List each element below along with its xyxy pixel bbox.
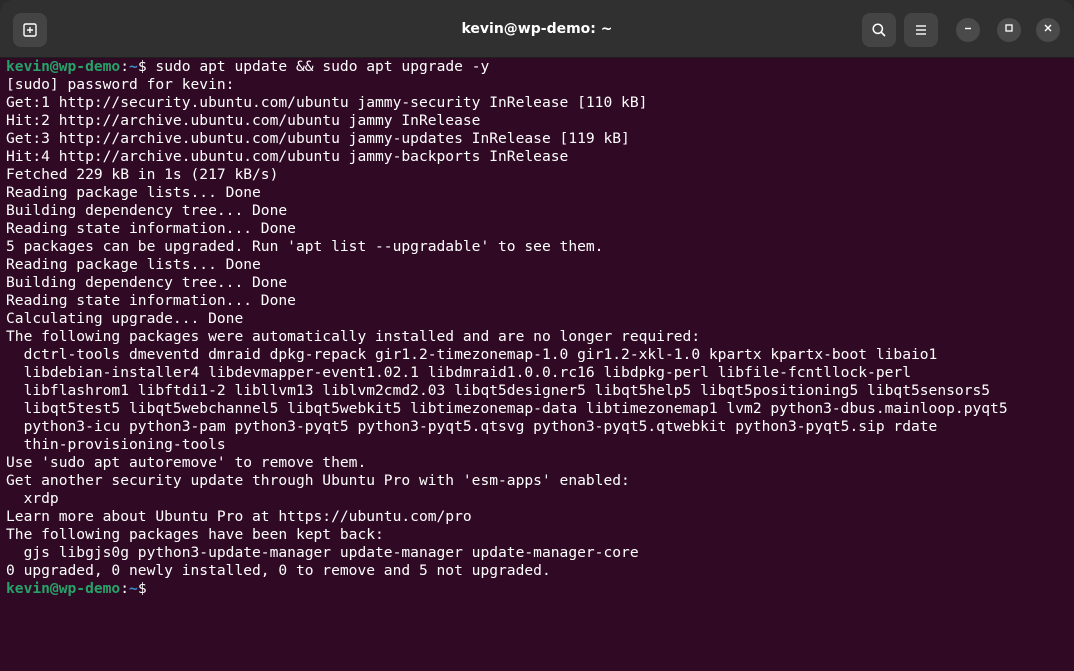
output-line: Get:3 http://archive.ubuntu.com/ubuntu j… bbox=[6, 130, 630, 147]
maximize-icon bbox=[1003, 21, 1015, 39]
output-line: 5 packages can be upgraded. Run 'apt lis… bbox=[6, 238, 604, 255]
prompt-symbol: $ bbox=[137, 58, 156, 75]
close-button[interactable] bbox=[1036, 18, 1060, 42]
prompt-line: kevin@wp-demo:~$ sudo apt update && sudo… bbox=[6, 58, 1074, 76]
output-line: Reading state information... Done bbox=[6, 292, 296, 309]
output-line: dctrl-tools dmeventd dmraid dpkg-repack … bbox=[6, 346, 938, 363]
new-tab-button[interactable] bbox=[13, 13, 47, 47]
output-line: Building dependency tree... Done bbox=[6, 274, 288, 291]
output-line: The following packages have been kept ba… bbox=[6, 526, 384, 543]
search-button[interactable] bbox=[862, 13, 896, 47]
search-icon bbox=[871, 22, 887, 38]
output-line: Hit:2 http://archive.ubuntu.com/ubuntu j… bbox=[6, 112, 481, 129]
output-line: xrdp bbox=[6, 490, 59, 507]
prompt-line[interactable]: kevin@wp-demo:~$ bbox=[6, 580, 1074, 598]
hamburger-menu-icon bbox=[914, 23, 928, 37]
output-line: [sudo] password for kevin: bbox=[6, 76, 235, 93]
output-line: Fetched 229 kB in 1s (217 kB/s) bbox=[6, 166, 279, 183]
terminal-window: kevin@wp-demo: ~ kevin@wp-demo:~$ sudo a… bbox=[0, 0, 1074, 671]
output-line: Learn more about Ubuntu Pro at https://u… bbox=[6, 508, 472, 525]
output-line: Get another security update through Ubun… bbox=[6, 472, 630, 489]
prompt-user-host: kevin@wp-demo bbox=[6, 58, 121, 75]
title-bar[interactable]: kevin@wp-demo: ~ bbox=[0, 0, 1074, 58]
terminal-output[interactable]: kevin@wp-demo:~$ sudo apt update && sudo… bbox=[0, 58, 1074, 671]
output-line: Reading package lists... Done bbox=[6, 184, 261, 201]
prompt-separator: : bbox=[120, 580, 130, 597]
output-line: gjs libgjs0g python3-update-manager upda… bbox=[6, 544, 639, 561]
prompt-symbol: $ bbox=[137, 580, 147, 597]
minimize-icon bbox=[962, 21, 974, 39]
new-tab-icon bbox=[22, 22, 38, 38]
output-line: Reading state information... Done bbox=[6, 220, 296, 237]
prompt-path: ~ bbox=[129, 580, 138, 597]
menu-button[interactable] bbox=[904, 13, 938, 47]
output-line: Get:1 http://security.ubuntu.com/ubuntu … bbox=[6, 94, 648, 111]
output-line: Hit:4 http://archive.ubuntu.com/ubuntu j… bbox=[6, 148, 569, 165]
prompt-separator: : bbox=[120, 58, 130, 75]
prompt-user-host: kevin@wp-demo bbox=[6, 580, 121, 597]
output-line: Building dependency tree... Done bbox=[6, 202, 288, 219]
prompt-path: ~ bbox=[129, 58, 138, 75]
output-line: The following packages were automaticall… bbox=[6, 328, 701, 345]
text-cursor bbox=[147, 580, 156, 597]
output-line: libdebian-installer4 libdevmapper-event1… bbox=[6, 364, 911, 381]
maximize-button[interactable] bbox=[997, 18, 1021, 42]
output-line: thin-provisioning-tools bbox=[6, 436, 226, 453]
output-line: Use 'sudo apt autoremove' to remove them… bbox=[6, 454, 367, 471]
output-line: libflashrom1 libftdi1-2 libllvm13 liblvm… bbox=[6, 382, 991, 399]
minimize-button[interactable] bbox=[956, 18, 980, 42]
output-line: Calculating upgrade... Done bbox=[6, 310, 244, 327]
output-line: python3-icu python3-pam python3-pyqt5 py… bbox=[6, 418, 938, 435]
scrollbar[interactable] bbox=[1066, 60, 1072, 666]
close-icon bbox=[1042, 21, 1054, 39]
output-line: Reading package lists... Done bbox=[6, 256, 261, 273]
command-text: sudo apt update && sudo apt upgrade -y bbox=[155, 58, 490, 75]
output-line: libqt5test5 libqt5webchannel5 libqt5webk… bbox=[6, 400, 1008, 417]
output-line: 0 upgraded, 0 newly installed, 0 to remo… bbox=[6, 562, 551, 579]
